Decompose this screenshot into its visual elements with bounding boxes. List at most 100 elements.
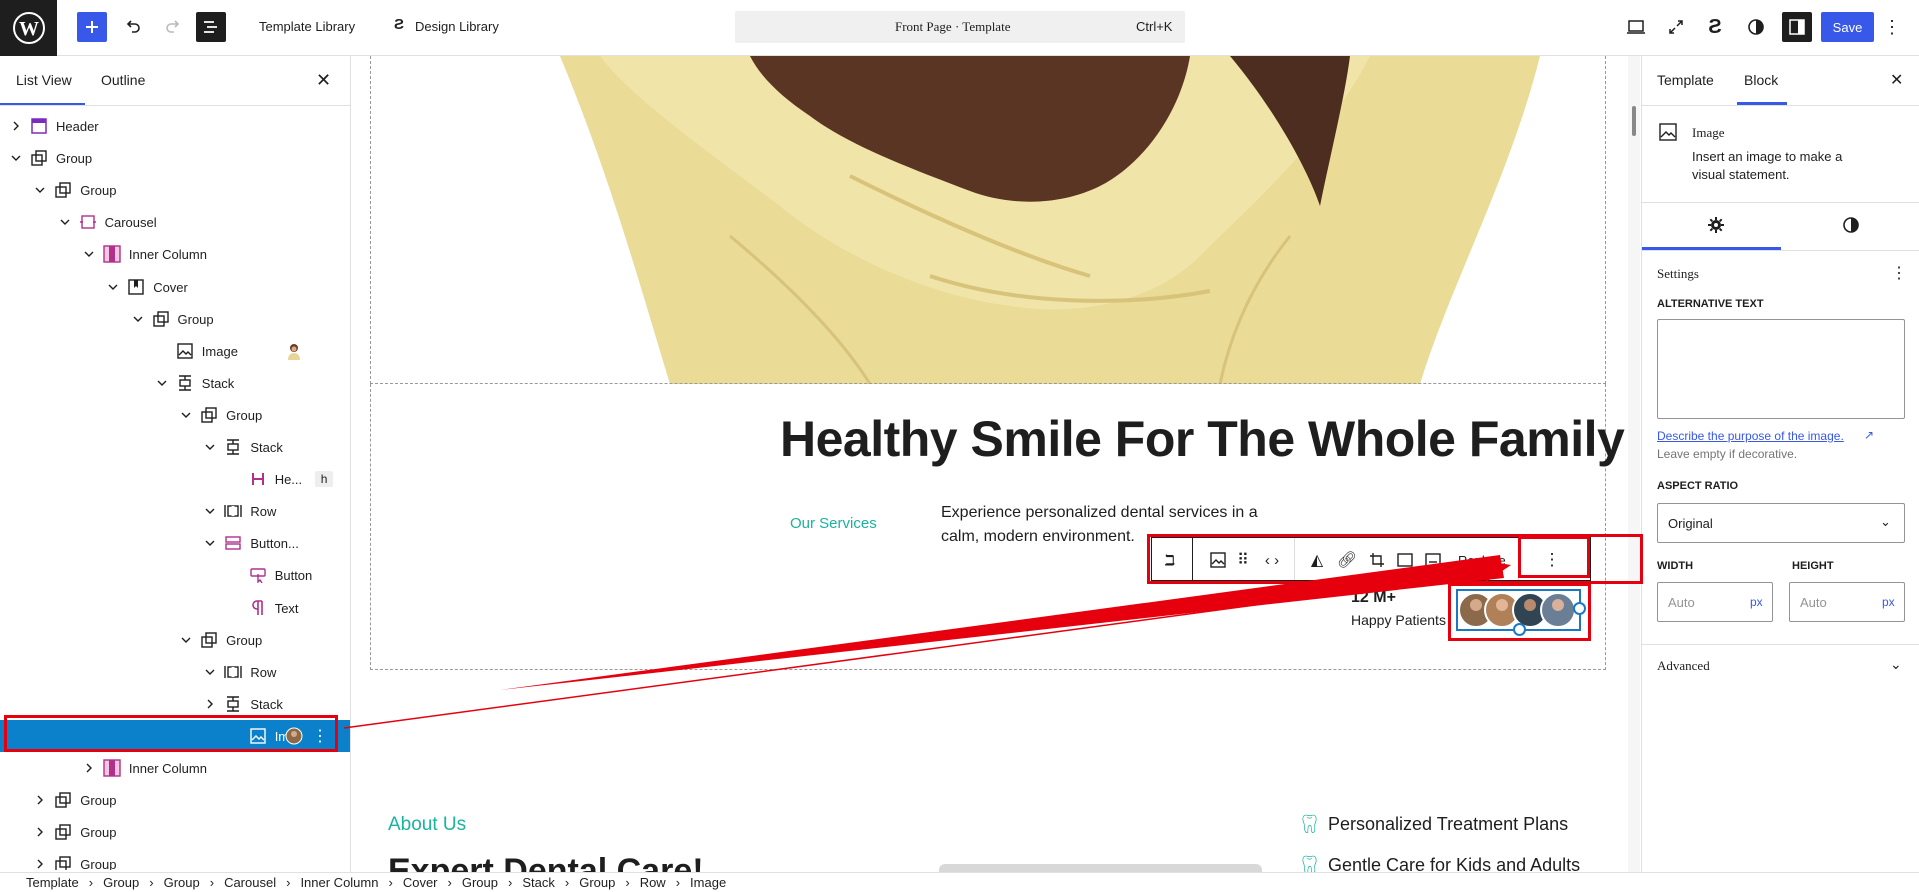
- height-unit[interactable]: px: [1882, 595, 1895, 609]
- tree-item-carousel[interactable]: Carousel: [0, 206, 350, 238]
- tree-item-row[interactable]: Row: [0, 495, 350, 527]
- tab-template[interactable]: Template: [1657, 72, 1714, 88]
- chevron-down-icon[interactable]: [180, 634, 192, 646]
- breadcrumb-item[interactable]: Stack: [522, 875, 555, 890]
- alt-text-help-link[interactable]: Describe the purpose of the image.: [1657, 429, 1844, 443]
- canvas-scrollbar[interactable]: [1628, 56, 1640, 872]
- scrollbar-thumb[interactable]: [1632, 106, 1636, 136]
- height-label: HEIGHT: [1792, 560, 1834, 572]
- external-link-icon: ↗: [1864, 428, 1875, 442]
- tree-item-header[interactable]: Header: [0, 110, 350, 142]
- tree-item-text[interactable]: Text: [0, 592, 350, 624]
- chevron-down-icon[interactable]: [156, 377, 168, 389]
- settings-options-icon[interactable]: ⋮: [1891, 263, 1907, 283]
- close-icon[interactable]: ✕: [1890, 70, 1903, 90]
- save-button[interactable]: Save: [1821, 12, 1874, 42]
- tree-item-stack[interactable]: Stack: [0, 431, 350, 463]
- tree-item-button[interactable]: Button: [0, 559, 350, 591]
- tree-item-group[interactable]: Group: [0, 624, 350, 656]
- tree-item-row[interactable]: Row: [0, 656, 350, 688]
- chevron-down-icon[interactable]: [59, 216, 71, 228]
- alt-text-field[interactable]: [1657, 319, 1905, 419]
- chevron-right-icon[interactable]: [34, 794, 46, 806]
- chevron-down-icon[interactable]: [132, 313, 144, 325]
- breadcrumb-item[interactable]: Row: [640, 875, 666, 890]
- feature-item: Personalized Treatment Plans: [1328, 814, 1569, 834]
- document-overview-button[interactable]: [196, 12, 226, 42]
- close-icon[interactable]: ✕: [316, 70, 331, 91]
- tree-item-cover[interactable]: Cover: [0, 271, 350, 303]
- fullscreen-button[interactable]: [1664, 15, 1688, 39]
- tree-item-group[interactable]: Group: [0, 303, 350, 335]
- chevron-right-icon[interactable]: [34, 826, 46, 838]
- aspect-ratio-label: ASPECT RATIO: [1657, 480, 1739, 492]
- our-services-button[interactable]: Our Services: [790, 515, 877, 532]
- breadcrumb-item[interactable]: Inner Column: [300, 875, 378, 890]
- design-library-link[interactable]: Design Library: [415, 19, 499, 34]
- breadcrumb-item[interactable]: Group: [103, 875, 139, 890]
- width-input[interactable]: Auto px: [1657, 582, 1773, 622]
- gear-icon[interactable]: [1707, 216, 1725, 239]
- chevron-down-icon[interactable]: [204, 441, 216, 453]
- tree-item-he[interactable]: He... h: [0, 463, 350, 495]
- width-unit[interactable]: px: [1750, 595, 1763, 609]
- highlight-avatars-image: [1448, 583, 1591, 641]
- breadcrumb-item[interactable]: Image: [690, 875, 726, 890]
- breadcrumb-item[interactable]: Carousel: [224, 875, 276, 890]
- breadcrumb-item[interactable]: Cover: [403, 875, 438, 890]
- svg-text:W: W: [19, 18, 39, 40]
- hero-heading[interactable]: Healthy Smile For The Whole Family: [780, 410, 1625, 468]
- styles-button[interactable]: [1744, 15, 1768, 39]
- tree-item-label: Inner Column: [128, 760, 207, 776]
- chevron-down-icon[interactable]: [204, 537, 216, 549]
- tab-list-view[interactable]: List View: [16, 72, 72, 88]
- tree-item-group[interactable]: Group: [0, 848, 350, 870]
- chevron-down-icon[interactable]: ⌄: [1890, 656, 1902, 673]
- chevron-down-icon[interactable]: [180, 409, 192, 421]
- styles-contrast-icon[interactable]: [1842, 216, 1860, 239]
- tab-outline[interactable]: Outline: [101, 72, 145, 88]
- chevron-down-icon[interactable]: [204, 666, 216, 678]
- chevron-down-icon[interactable]: [83, 248, 95, 260]
- tree-item-button[interactable]: Button...: [0, 527, 350, 559]
- sidebar-icon: [1789, 19, 1805, 35]
- breadcrumb-item[interactable]: Group: [164, 875, 200, 890]
- undo-button[interactable]: [120, 14, 146, 40]
- advanced-panel-toggle[interactable]: Advanced: [1657, 658, 1710, 674]
- breadcrumb-item[interactable]: Group: [462, 875, 498, 890]
- chevron-right-icon[interactable]: [204, 698, 216, 710]
- template-library-link[interactable]: Template Library: [259, 19, 355, 34]
- spectra-icon[interactable]: Ƨ: [1703, 15, 1727, 39]
- desktop-preview-button[interactable]: [1624, 15, 1648, 39]
- breadcrumb-item[interactable]: Group: [579, 875, 615, 890]
- chevron-right-icon[interactable]: [10, 120, 22, 132]
- tree-item-inner-column[interactable]: Inner Column: [0, 752, 350, 784]
- tree-item-stack[interactable]: Stack: [0, 367, 350, 399]
- tree-item-image[interactable]: Image: [0, 335, 350, 367]
- add-block-button[interactable]: [77, 12, 107, 42]
- chevron-right-icon[interactable]: [83, 762, 95, 774]
- tree-item-group[interactable]: Group: [0, 142, 350, 174]
- wordpress-logo-icon[interactable]: W: [0, 0, 57, 56]
- redo-button[interactable]: [160, 14, 186, 40]
- chevron-down-icon[interactable]: [34, 184, 46, 196]
- tree-item-label: Button...: [250, 535, 299, 551]
- tree-item-group[interactable]: Group: [0, 816, 350, 848]
- tree-item-group[interactable]: Group: [0, 174, 350, 206]
- tab-block[interactable]: Block: [1744, 72, 1778, 88]
- chevron-down-icon[interactable]: [204, 505, 216, 517]
- chevron-down-icon[interactable]: [10, 152, 22, 164]
- breadcrumb-item[interactable]: Template: [26, 875, 79, 890]
- command-palette-bar[interactable]: Front Page · Template Ctrl+K: [735, 11, 1185, 43]
- height-input[interactable]: Auto px: [1789, 582, 1905, 622]
- stat-label: Happy Patients: [1351, 612, 1446, 628]
- options-menu-icon[interactable]: ⋮: [1882, 15, 1902, 39]
- settings-sidebar-toggle[interactable]: [1782, 12, 1812, 42]
- tree-item-group[interactable]: Group: [0, 399, 350, 431]
- tree-item-group[interactable]: Group: [0, 784, 350, 816]
- tree-item-inner-column[interactable]: Inner Column: [0, 238, 350, 270]
- aspect-ratio-select[interactable]: Original ⌄: [1657, 503, 1905, 543]
- design-library-icon: Ƨ: [394, 16, 405, 33]
- chevron-down-icon[interactable]: [107, 281, 119, 293]
- chevron-right-icon[interactable]: [34, 858, 46, 870]
